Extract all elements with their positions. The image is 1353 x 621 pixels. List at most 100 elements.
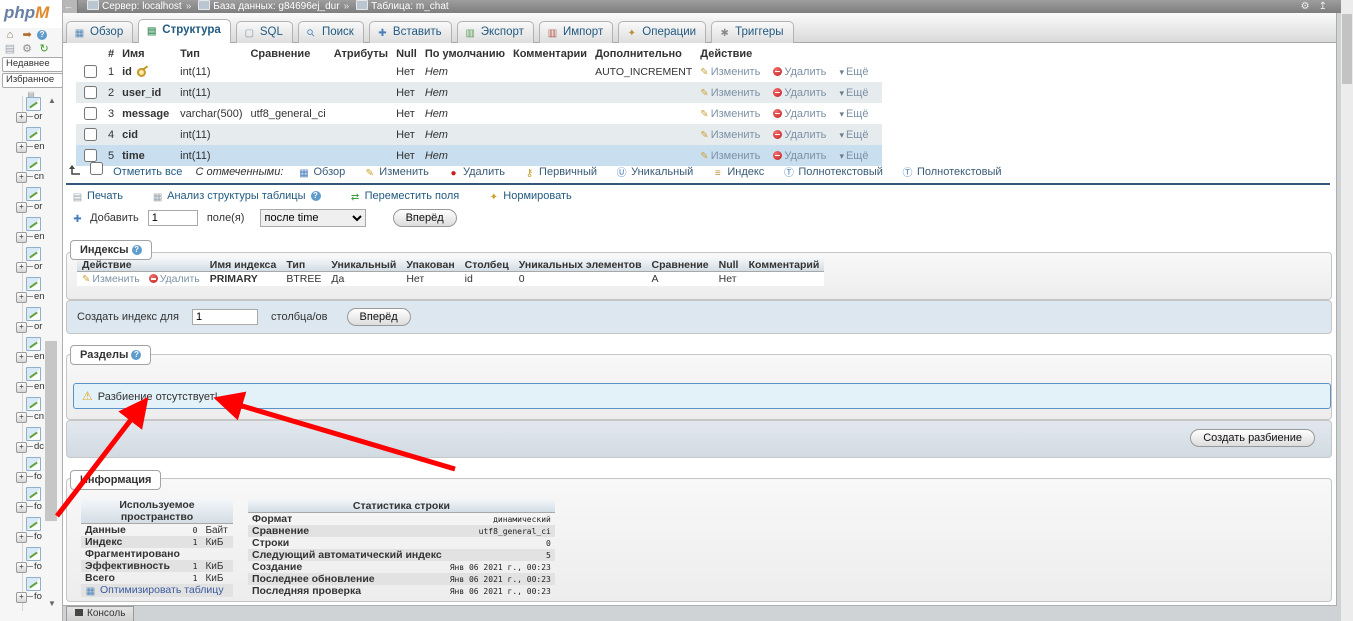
optimize-table-link[interactable]: Оптимизировать таблицу: [100, 584, 224, 596]
sidebar-tree-item[interactable]: + or: [0, 186, 62, 216]
console-tab[interactable]: Консоль: [66, 606, 134, 621]
tab[interactable]: ▥Импорт: [539, 21, 613, 43]
expand-plus-icon[interactable]: +: [16, 382, 27, 393]
drop-column-link[interactable]: Удалить: [773, 66, 826, 78]
breadcrumb-table-value[interactable]: m_chat: [416, 1, 449, 12]
tool-link[interactable]: ✦Нормировать?: [488, 190, 572, 202]
indexes-help-icon[interactable]: ?: [132, 245, 142, 255]
tool-link[interactable]: ▤Печать?: [72, 190, 123, 202]
drop-column-link[interactable]: Удалить: [773, 87, 826, 99]
expand-plus-icon[interactable]: +: [16, 262, 27, 273]
expand-plus-icon[interactable]: +: [16, 412, 27, 423]
index-drop-link[interactable]: Удалить: [149, 273, 200, 285]
more-column-link[interactable]: ▾Ещё: [839, 129, 868, 141]
expand-plus-icon[interactable]: +: [16, 322, 27, 333]
with-selected-action-link[interactable]: ⓉПолнотекстовый: [902, 166, 1002, 178]
tab[interactable]: ✚Вставить: [369, 21, 452, 43]
sidebar-tree-item[interactable]: + or: [0, 306, 62, 336]
tool-link[interactable]: ⇄Переместить поля?: [350, 190, 460, 202]
scroll-to-top-icon[interactable]: ↥: [1319, 0, 1327, 13]
with-selected-action-link[interactable]: ●Удалить: [448, 166, 505, 178]
tab[interactable]: ▦Обзор: [66, 21, 133, 43]
row-checkbox[interactable]: [84, 128, 97, 141]
expand-plus-icon[interactable]: +: [16, 352, 27, 363]
drop-column-link[interactable]: Удалить: [773, 108, 826, 120]
edit-column-link[interactable]: ✎Изменить: [700, 108, 760, 120]
settings-icon[interactable]: ⚙: [20, 42, 34, 56]
column-comments-cell: [509, 124, 591, 145]
with-selected-action-link[interactable]: ⓉПолнотекстовый: [783, 166, 883, 178]
expand-plus-icon[interactable]: +: [16, 142, 27, 153]
information-legend-label: Информация: [80, 474, 151, 486]
tab[interactable]: ▢SQL: [236, 21, 293, 43]
with-selected-action-link[interactable]: ✎Изменить: [364, 166, 429, 178]
with-selected-action-link[interactable]: ▦Обзор: [298, 166, 345, 178]
expand-plus-icon[interactable]: +: [16, 472, 27, 483]
tab[interactable]: ▤Структура: [138, 19, 231, 43]
help-icon[interactable]: ?: [311, 191, 321, 201]
expand-plus-icon[interactable]: +: [16, 172, 27, 183]
refresh-icon[interactable]: ↻: [37, 42, 51, 56]
with-selected-action-link[interactable]: ⚷Первичный: [524, 166, 597, 178]
edit-column-link[interactable]: ✎Изменить: [700, 129, 760, 141]
index-edit-link[interactable]: ✎Изменить: [82, 273, 140, 285]
page-scrollbar[interactable]: [1341, 0, 1353, 621]
expand-plus-icon[interactable]: +: [16, 442, 27, 453]
sidebar-tree-item[interactable]: + en: [0, 276, 62, 306]
sidebar-tree-item[interactable]: + fo: [0, 546, 62, 576]
create-index-go-button[interactable]: Вперёд: [347, 308, 411, 326]
edit-column-link[interactable]: ✎Изменить: [700, 87, 760, 99]
sql-doc-icon[interactable]: ▤: [3, 42, 17, 56]
more-column-link[interactable]: ▾Ещё: [839, 108, 868, 120]
drop-column-link[interactable]: Удалить: [773, 129, 826, 141]
more-column-link[interactable]: ▾Ещё: [839, 66, 868, 78]
add-field-position-select[interactable]: после time: [260, 209, 366, 227]
breadcrumb-server-value[interactable]: localhost: [142, 1, 181, 12]
expand-plus-icon[interactable]: +: [16, 292, 27, 303]
row-checkbox[interactable]: [84, 86, 97, 99]
tab[interactable]: ⚲Поиск: [298, 21, 364, 43]
partitions-help-icon[interactable]: ?: [131, 350, 141, 360]
tab[interactable]: ▥Экспорт: [457, 21, 534, 43]
favorite-tables-select[interactable]: Избранное: [2, 73, 63, 88]
check-all-label[interactable]: Отметить все: [113, 166, 182, 178]
sidebar-tree-item[interactable]: + or: [0, 246, 62, 276]
row-checkbox[interactable]: [84, 65, 97, 78]
expand-plus-icon[interactable]: +: [16, 592, 27, 603]
sidebar-tree-item[interactable]: + cn: [0, 156, 62, 186]
create-index-count-input[interactable]: [192, 309, 258, 325]
sidebar-tree-item[interactable]: + en: [0, 216, 62, 246]
add-field-go-button[interactable]: Вперёд: [393, 209, 457, 227]
tree-scrollbar-thumb[interactable]: [45, 341, 57, 521]
tab[interactable]: ✦Операции: [618, 21, 706, 43]
create-partition-button[interactable]: Создать разбиение: [1190, 429, 1315, 447]
tree-scroll-down-icon[interactable]: ▼: [47, 599, 57, 608]
breadcrumb-db-value[interactable]: g84696ej_dur: [278, 1, 339, 12]
help-icon[interactable]: ?: [37, 30, 47, 40]
check-all-checkbox[interactable]: [90, 162, 103, 175]
expand-plus-icon[interactable]: +: [16, 112, 27, 123]
sidebar-tree-item[interactable]: + en: [0, 126, 62, 156]
expand-plus-icon[interactable]: +: [16, 562, 27, 573]
expand-plus-icon[interactable]: +: [16, 202, 27, 213]
logout-icon[interactable]: ➡: [20, 28, 34, 42]
with-selected-action-link[interactable]: ≡Индекс: [712, 166, 764, 178]
row-checkbox[interactable]: [84, 107, 97, 120]
expand-plus-icon[interactable]: +: [16, 502, 27, 513]
page-scrollbar-thumb[interactable]: [1342, 14, 1352, 84]
with-selected-action-link[interactable]: ⓊУникальный: [616, 166, 693, 178]
space-usage-table: Используемое пространство Данные 0 Байт …: [81, 499, 233, 597]
edit-column-link[interactable]: ✎Изменить: [700, 66, 760, 78]
expand-plus-icon[interactable]: +: [16, 532, 27, 543]
expand-plus-icon[interactable]: +: [16, 232, 27, 243]
tab[interactable]: ✱Триггеры: [711, 21, 793, 43]
recent-tables-select[interactable]: Недавнее: [2, 57, 63, 72]
add-field-count-input[interactable]: [148, 210, 198, 226]
settings-gear-icon[interactable]: ⚙: [1301, 0, 1310, 13]
more-column-link[interactable]: ▾Ещё: [839, 87, 868, 99]
information-legend: Информация: [70, 470, 161, 490]
tool-link[interactable]: ▦Анализ структуры таблицы?: [152, 190, 320, 202]
sidebar-tree-item[interactable]: + or: [0, 96, 62, 126]
home-icon[interactable]: ⌂: [3, 28, 17, 42]
phpmyadmin-logo[interactable]: phpM: [0, 0, 62, 28]
